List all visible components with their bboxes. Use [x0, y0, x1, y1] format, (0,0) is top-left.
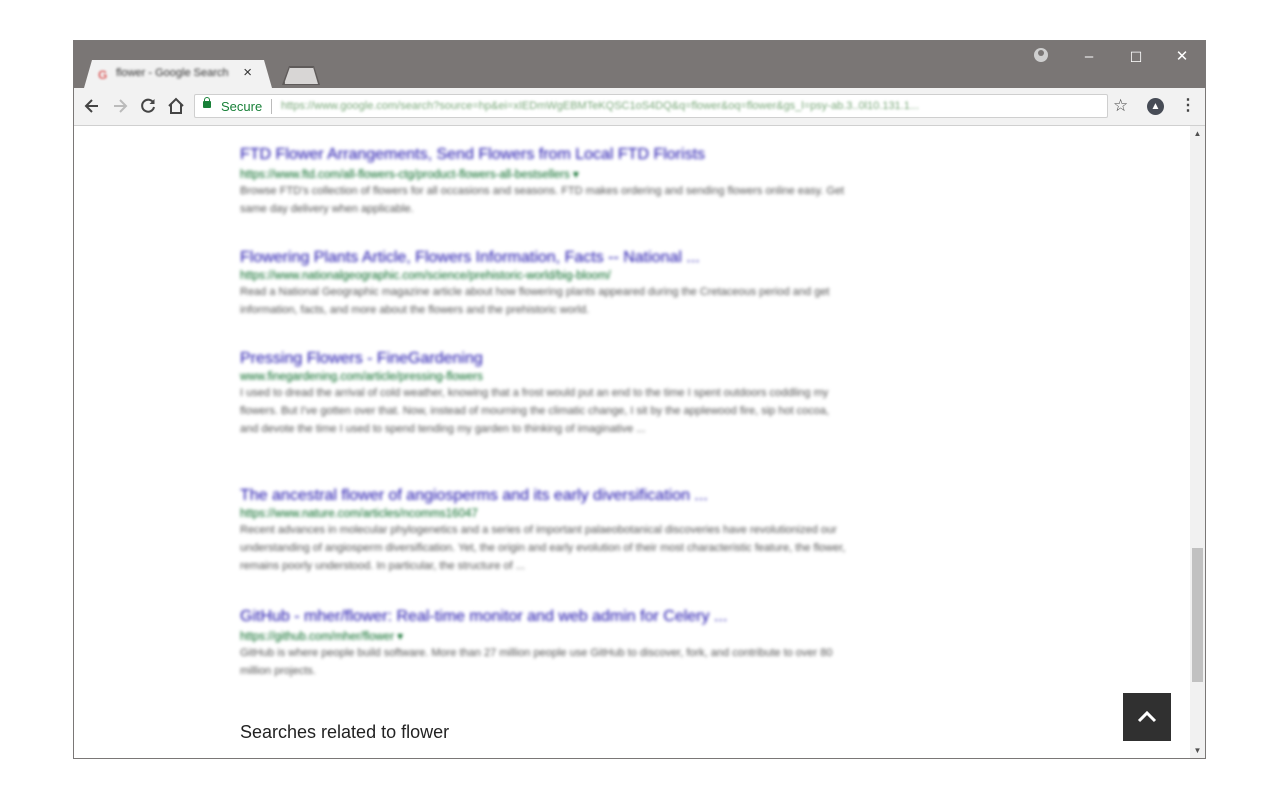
bookmark-star-icon[interactable]: ☆ [1113, 96, 1128, 116]
scroll-up-arrow-icon[interactable]: ▲ [1190, 126, 1205, 141]
tab-title: flower - Google Search [116, 67, 229, 79]
scroll-down-arrow-icon[interactable]: ▼ [1190, 743, 1205, 758]
back-arrow-icon [84, 99, 98, 113]
search-result: FTD Flower Arrangements, Send Flowers fr… [240, 146, 850, 218]
result-title-link[interactable]: Flowering Plants Article, Flowers Inform… [240, 249, 850, 267]
result-title-link[interactable]: GitHub - mher/flower: Real-time monitor … [240, 608, 850, 626]
result-url: www.finegardening.com/article/pressing-f… [240, 371, 483, 383]
page-content: FTD Flower Arrangements, Send Flowers fr… [74, 126, 1190, 758]
result-snippet: I used to dread the arrival of cold weat… [240, 387, 830, 435]
omnibox-divider [271, 99, 272, 114]
reload-icon [141, 98, 155, 113]
chevron-up-icon [1137, 710, 1157, 723]
search-result: Flowering Plants Article, Flowers Inform… [240, 249, 850, 319]
search-result: GitHub - mher/flower: Real-time monitor … [240, 608, 850, 680]
close-button[interactable]: ✕ [1167, 46, 1197, 68]
lock-icon [203, 97, 211, 108]
result-snippet: Recent advances in molecular phylogeneti… [240, 524, 846, 572]
result-title-link[interactable]: FTD Flower Arrangements, Send Flowers fr… [240, 146, 850, 164]
profile-icon[interactable] [1034, 48, 1048, 62]
extension-icon[interactable]: ▲ [1147, 98, 1164, 115]
scroll-thumb[interactable] [1192, 548, 1203, 682]
back-button[interactable] [81, 95, 103, 117]
result-url: https://www.ftd.com/all-flowers-ctg/prod… [240, 169, 579, 181]
back-to-top-button[interactable] [1123, 693, 1171, 741]
result-url: https://github.com/mher/flower ▾ [240, 631, 404, 643]
menu-icon[interactable]: ⋮ [1180, 96, 1196, 116]
home-button[interactable] [165, 95, 187, 117]
active-tab[interactable]: G flower - Google Search × [84, 60, 272, 88]
result-title-link[interactable]: Pressing Flowers - FineGardening [240, 350, 850, 368]
minimize-button[interactable]: – [1074, 46, 1104, 68]
result-snippet: Read a National Geographic magazine arti… [240, 286, 830, 316]
tab-close-icon[interactable]: × [243, 64, 252, 81]
address-bar[interactable]: Secure https://www.google.com/search?sou… [194, 94, 1108, 118]
forward-arrow-icon [114, 99, 128, 113]
search-result: The ancestral flower of angiosperms and … [240, 487, 850, 575]
home-icon [168, 97, 184, 114]
url-text[interactable]: https://www.google.com/search?source=hp&… [281, 100, 1093, 112]
result-url: https://www.nationalgeographic.com/scien… [240, 270, 611, 282]
title-bar: G flower - Google Search × – ☐ ✕ [74, 41, 1205, 88]
result-title-link[interactable]: The ancestral flower of angiosperms and … [240, 487, 850, 505]
vertical-scrollbar[interactable]: ▲ ▼ [1190, 126, 1205, 758]
result-snippet: GitHub is where people build software. M… [240, 647, 833, 677]
maximize-button[interactable]: ☐ [1121, 46, 1151, 68]
google-icon: G [98, 68, 108, 82]
result-url: https://www.nature.com/articles/ncomms16… [240, 508, 478, 520]
search-result: Pressing Flowers - FineGardening www.fin… [240, 350, 850, 438]
toolbar: Secure https://www.google.com/search?sou… [74, 88, 1205, 126]
secure-label: Secure [221, 99, 263, 114]
reload-button[interactable] [137, 95, 159, 117]
result-snippet: Browse FTD's collection of flowers for a… [240, 185, 845, 215]
forward-button[interactable] [109, 95, 131, 117]
browser-window: G flower - Google Search × – ☐ ✕ Secure … [73, 40, 1206, 759]
related-searches-heading: Searches related to flower [240, 722, 450, 742]
